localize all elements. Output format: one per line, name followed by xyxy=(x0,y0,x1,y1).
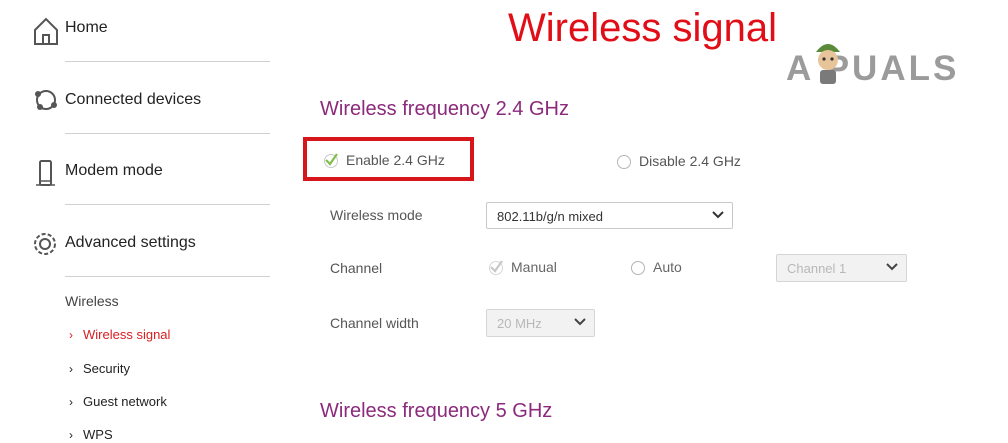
channel-label: Channel xyxy=(330,260,383,276)
channel-auto-radio[interactable]: Auto xyxy=(631,259,682,275)
channel-width-select[interactable]: 20 MHz xyxy=(486,309,595,337)
checkmark-icon xyxy=(323,152,339,168)
divider xyxy=(65,133,270,134)
sidebar-sub-heading: Wireless xyxy=(65,293,119,309)
channel-auto-label: Auto xyxy=(653,259,682,275)
chevron-down-icon xyxy=(712,208,724,220)
sidebar-subitem-label: Wireless signal xyxy=(83,327,171,342)
home-icon xyxy=(32,16,60,46)
sidebar-subitem-label: Security xyxy=(83,361,130,376)
sidebar-item-home[interactable]: Home xyxy=(30,14,270,62)
enable-2-4ghz-label: Enable 2.4 GHz xyxy=(346,152,445,168)
sidebar-subitem-wps[interactable]: › WPS xyxy=(69,427,113,442)
chevron-right-icon: › xyxy=(69,362,73,376)
wireless-mode-select[interactable]: 802.11b/g/n mixed xyxy=(486,202,733,229)
sidebar-subitem-label: WPS xyxy=(83,427,113,442)
sidebar-subitem-security[interactable]: › Security xyxy=(69,361,130,376)
channel-select[interactable]: Channel 1 xyxy=(776,254,907,282)
page-title: Wireless signal xyxy=(508,6,777,50)
channel-width-label: Channel width xyxy=(330,315,419,331)
channel-manual-label: Manual xyxy=(511,259,557,275)
sidebar-item-label: Modem mode xyxy=(65,162,163,179)
chevron-down-icon xyxy=(886,260,898,272)
devices-icon xyxy=(32,88,60,118)
chevron-right-icon: › xyxy=(69,328,73,342)
divider xyxy=(65,204,270,205)
radio-circle-icon xyxy=(631,261,645,275)
section-title-5ghz: Wireless frequency 5 GHz xyxy=(320,400,553,422)
enable-2-4ghz-radio[interactable]: Enable 2.4 GHz xyxy=(323,152,445,168)
sidebar-subitem-wireless-signal[interactable]: › Wireless signal xyxy=(69,327,170,342)
sidebar-subitem-label: Guest network xyxy=(83,394,167,409)
disable-2-4ghz-radio[interactable]: Disable 2.4 GHz xyxy=(617,153,741,169)
channel-width-value: 20 MHz xyxy=(497,316,542,331)
disable-2-4ghz-label: Disable 2.4 GHz xyxy=(639,153,741,169)
chevron-right-icon: › xyxy=(69,395,73,409)
divider xyxy=(65,61,270,62)
channel-manual-radio[interactable]: Manual xyxy=(488,259,557,275)
wireless-mode-value: 802.11b/g/n mixed xyxy=(497,209,603,224)
channel-value: Channel 1 xyxy=(787,261,847,276)
divider xyxy=(65,276,270,277)
sidebar-item-label: Advanced settings xyxy=(65,234,196,251)
sidebar-item-label: Home xyxy=(65,19,108,36)
phone-icon xyxy=(32,159,60,189)
sidebar-item-modem-mode[interactable]: Modem mode xyxy=(30,157,270,205)
sidebar-item-label: Connected devices xyxy=(65,91,202,108)
sidebar-item-connected-devices[interactable]: Connected devices xyxy=(30,86,270,134)
chevron-down-icon xyxy=(574,315,586,327)
chevron-right-icon: › xyxy=(69,428,73,442)
radio-circle-icon xyxy=(617,155,631,169)
gear-icon xyxy=(32,231,60,261)
sidebar-item-advanced-settings[interactable]: Advanced settings xyxy=(30,229,270,277)
wireless-mode-label: Wireless mode xyxy=(330,207,423,223)
mascot-icon xyxy=(816,44,840,84)
section-title-2-4ghz: Wireless frequency 2.4 GHz xyxy=(320,98,569,120)
sidebar-subitem-guest-network[interactable]: › Guest network xyxy=(69,394,167,409)
checkmark-icon xyxy=(488,259,504,275)
